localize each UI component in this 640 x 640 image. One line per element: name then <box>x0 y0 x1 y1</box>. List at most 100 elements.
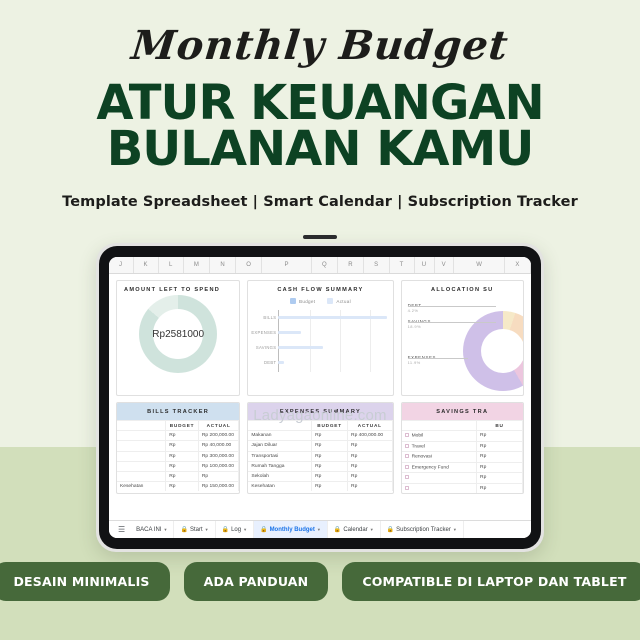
table-row[interactable]: Rp Rp 200,000.00 <box>117 430 240 441</box>
cell-budget[interactable]: Rp <box>311 440 349 452</box>
table-row[interactable]: Kesehatan Rp Rp 150,000.00 <box>117 481 240 492</box>
checkbox[interactable] <box>404 443 409 448</box>
row-label: Kesehatan <box>117 481 167 492</box>
feature-pill-compatible[interactable]: COMPATIBLE DI LAPTOP DAN TABLET <box>342 562 640 601</box>
sheet-tab-calendar[interactable]: 🔒 Calendar ▼ <box>328 520 381 538</box>
column-header-t[interactable]: T <box>390 257 415 273</box>
column-header-s[interactable]: S <box>364 257 390 273</box>
table-row[interactable]: Rp <box>401 482 523 494</box>
checkbox[interactable] <box>404 433 409 438</box>
sheet-tab-monthly-budget[interactable]: 🔒 Monthly Budget ▼ <box>254 520 328 538</box>
cell-budget[interactable]: Rp <box>165 470 199 482</box>
cell-actual[interactable]: Rp <box>347 450 393 462</box>
column-header-l[interactable]: L <box>159 257 184 273</box>
cell-budget[interactable]: Rp <box>476 472 523 484</box>
cell-budget[interactable]: Rp <box>311 450 349 462</box>
sheet-tab-log[interactable]: 🔒 Log ▼ <box>216 520 255 538</box>
chevron-down-icon[interactable]: ▼ <box>453 527 457 532</box>
column-header: BUDGET <box>311 419 349 431</box>
chevron-down-icon[interactable]: ▼ <box>205 527 209 532</box>
feature-pill-desain[interactable]: DESAIN MINIMALIS <box>0 562 170 601</box>
table-row[interactable]: Rp Rp <box>117 470 240 482</box>
cell-budget[interactable]: Rp <box>476 430 523 442</box>
column-header-o[interactable]: O <box>236 257 263 273</box>
cell-actual[interactable]: Rp <box>198 470 240 482</box>
column-header-r[interactable]: R <box>338 257 365 273</box>
panel-savings-tracker: SAVINGS TRA BU Mobil Rp Travel Rp Renovasi Rp… <box>400 402 524 495</box>
camera-icon <box>303 235 337 239</box>
allocation-label-pct: 18.9% <box>407 324 421 329</box>
table-row[interactable]: Kesehatan Rp Rp <box>248 481 393 492</box>
sheet-tab-subscription-tracker[interactable]: 🔒 Subscription Tracker ▼ <box>381 520 464 538</box>
column-header-m[interactable]: M <box>184 257 211 273</box>
cell-actual[interactable]: Rp 400,000.00 <box>347 430 393 441</box>
row-label: Sekolah <box>248 470 313 482</box>
checkbox[interactable] <box>404 454 409 459</box>
table-row[interactable]: Mobil Rp <box>401 430 523 442</box>
table-row[interactable]: Transportasi Rp Rp <box>248 450 393 462</box>
cell-budget[interactable]: Rp <box>311 460 349 472</box>
cell-actual[interactable]: Rp <box>347 470 393 482</box>
checkbox[interactable] <box>404 485 409 490</box>
panel-cash-flow-summary: CASH FLOW SUMMARY Budget Actual BILLS EX… <box>247 280 394 396</box>
chevron-down-icon[interactable]: ▼ <box>317 527 321 532</box>
cell-budget[interactable]: Rp <box>476 440 523 452</box>
cell-budget[interactable]: Rp <box>165 481 199 492</box>
cell-actual[interactable]: Rp <box>347 460 393 472</box>
table-header-row: BUDGET ACTUAL <box>248 419 393 431</box>
feature-pill-ada[interactable]: ADA PANDUAN <box>183 562 329 601</box>
cell-budget[interactable]: Rp <box>311 430 349 441</box>
table-row[interactable]: Travel Rp <box>401 440 523 452</box>
table-row[interactable]: Rp Rp 40,000.00 <box>117 440 240 452</box>
table-row[interactable]: Jajan Diluar Rp Rp <box>248 440 393 452</box>
amount-left-donut-chart: Rp2581000 <box>117 295 239 373</box>
cell-actual[interactable]: Rp <box>347 481 393 492</box>
table-row[interactable]: Renovasi Rp <box>401 451 523 463</box>
cell-budget[interactable]: Rp <box>476 482 523 494</box>
cell-budget[interactable]: Rp <box>476 451 523 463</box>
column-header-p[interactable]: P <box>262 257 313 273</box>
column-header-x[interactable]: X <box>505 257 531 273</box>
table-row[interactable]: Makanan Rp Rp 400,000.00 <box>248 430 393 441</box>
column-header-u[interactable]: U <box>415 257 435 273</box>
sheet-tab-label: BACA INI <box>136 526 162 533</box>
column-header-w[interactable]: W <box>454 257 506 273</box>
column-header-v[interactable]: V <box>435 257 455 273</box>
cell-budget[interactable]: Rp <box>165 460 199 472</box>
cell-budget[interactable]: Rp <box>311 481 349 492</box>
cell-actual[interactable]: Rp 200,000.00 <box>198 430 240 441</box>
cell-budget[interactable]: Rp <box>165 450 199 462</box>
sheet-tab-baca-ini[interactable]: BACA INI ▼ <box>130 520 175 538</box>
table-row[interactable]: Rumah Tangga Rp Rp <box>248 460 393 472</box>
sheet-tab-start[interactable]: 🔒 Start ▼ <box>174 520 216 538</box>
cell-budget[interactable]: Rp <box>165 430 199 441</box>
column-header-j[interactable]: J <box>109 257 134 273</box>
row-label: Emergency Fund <box>401 461 478 473</box>
cell-actual[interactable]: Rp 40,000.00 <box>198 440 240 452</box>
column-header-n[interactable]: N <box>210 257 237 273</box>
bar-row: EXPENSES <box>251 325 386 340</box>
sheet-tab-bar[interactable]: ☰ BACA INI ▼ 🔒 Start ▼ 🔒 Log ▼ 🔒 Monthly Budget ▼ 🔒… <box>109 520 531 538</box>
bar-row: DEBT <box>264 355 386 370</box>
cell-actual[interactable]: Rp 150,000.00 <box>198 481 240 492</box>
checkbox[interactable] <box>404 475 409 480</box>
chevron-down-icon[interactable]: ▼ <box>243 527 247 532</box>
cell-actual[interactable]: Rp 100,000.00 <box>198 460 240 472</box>
cell-budget[interactable]: Rp <box>165 440 199 452</box>
chevron-down-icon[interactable]: ▼ <box>164 527 168 532</box>
cell-actual[interactable]: Rp <box>347 440 393 452</box>
cell-actual[interactable]: Rp 300,000.00 <box>198 450 240 462</box>
column-header-k[interactable]: K <box>134 257 160 273</box>
cell-budget[interactable]: Rp <box>311 470 349 482</box>
cell-budget[interactable]: Rp <box>476 461 523 473</box>
chevron-down-icon[interactable]: ▼ <box>370 527 374 532</box>
table-row[interactable]: Rp <box>401 472 523 484</box>
table-row[interactable]: Emergency Fund Rp <box>401 461 523 473</box>
checkbox[interactable] <box>404 464 409 469</box>
bar-actual <box>278 331 301 334</box>
hamburger-menu-icon[interactable]: ☰ <box>113 525 130 534</box>
column-header-q[interactable]: Q <box>312 257 339 273</box>
table-row[interactable]: Rp Rp 300,000.00 <box>117 450 240 462</box>
table-row[interactable]: Sekolah Rp Rp <box>248 470 393 482</box>
table-row[interactable]: Rp Rp 100,000.00 <box>117 460 240 472</box>
